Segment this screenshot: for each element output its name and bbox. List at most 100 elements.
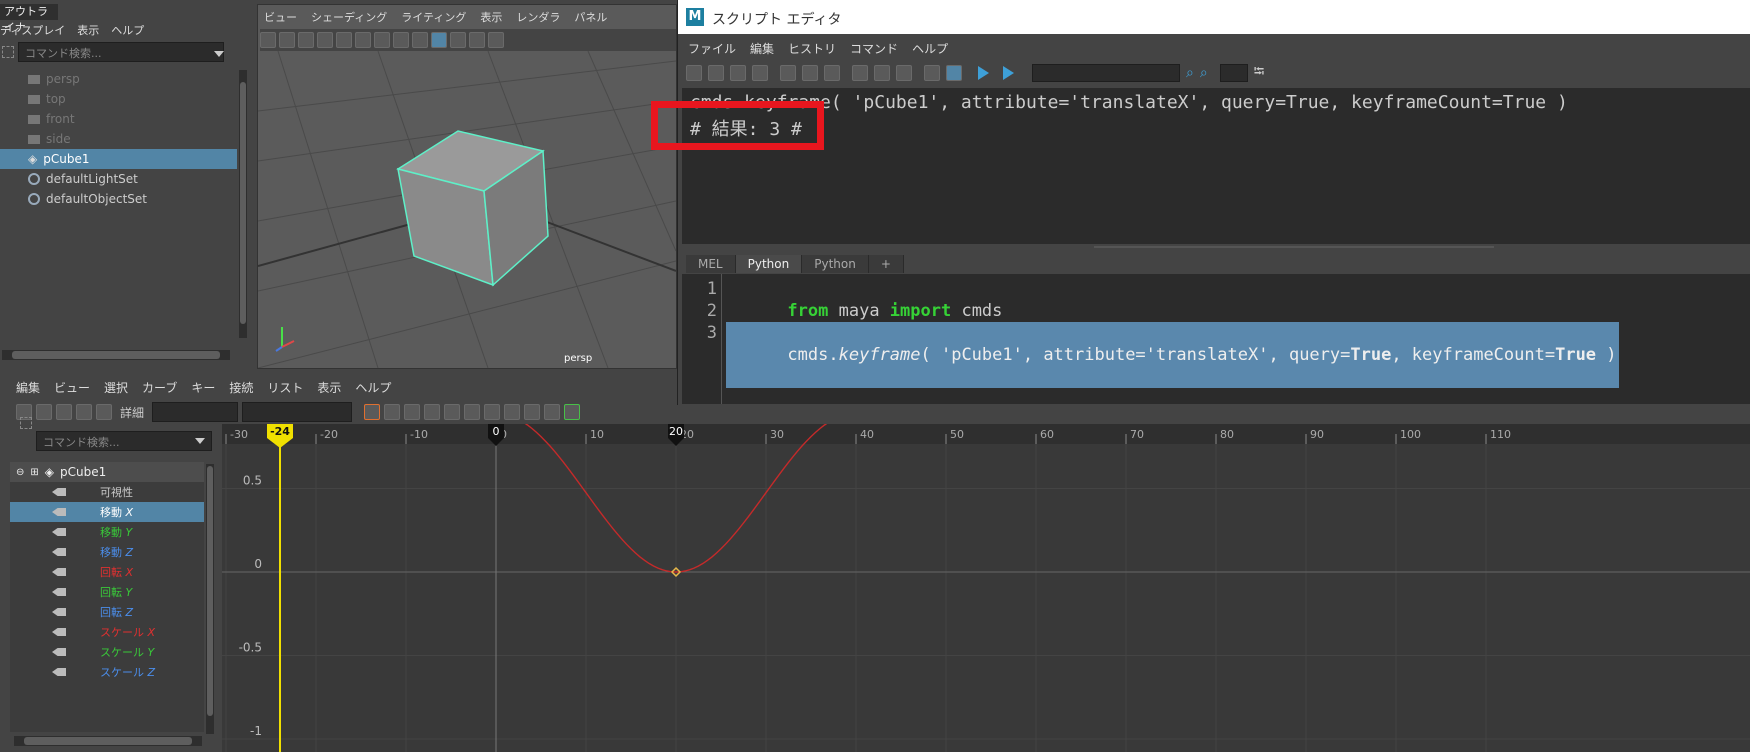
- ge-attr-translate-x[interactable]: 移動 X: [10, 502, 204, 522]
- search-down-icon[interactable]: ⌕: [1186, 65, 1194, 81]
- menu-help[interactable]: ヘルプ: [111, 22, 144, 38]
- se-menu-help[interactable]: ヘルプ: [912, 40, 948, 57]
- smooth-shade-icon[interactable]: [431, 32, 447, 48]
- viewport-menu-view[interactable]: ビュー: [264, 9, 297, 25]
- indent-icon[interactable]: ⭾: [1254, 61, 1265, 85]
- outliner-vscrollbar[interactable]: [239, 70, 247, 338]
- collapse-icon[interactable]: ⊖: [16, 467, 24, 478]
- script-history-output[interactable]: cmds.keyframe( 'pCube1', attribute='tran…: [682, 88, 1750, 244]
- viewport-menu-panels[interactable]: パネル: [574, 9, 607, 25]
- ge-menu-edit[interactable]: 編集: [16, 379, 40, 396]
- menu-display[interactable]: ディスプレイ: [0, 22, 65, 38]
- menu-show[interactable]: 表示: [77, 22, 99, 38]
- execute-all-icon[interactable]: [978, 66, 989, 80]
- textured-icon[interactable]: [450, 32, 466, 48]
- ge-search-dropdown-icon[interactable]: [195, 438, 205, 444]
- lights-icon[interactable]: [469, 32, 485, 48]
- ge-search-input[interactable]: コマンド検索...: [36, 431, 212, 451]
- viewport-menu-lighting[interactable]: ライティング: [401, 9, 466, 25]
- ge-attr-translate-y[interactable]: 移動 Y: [10, 522, 204, 542]
- camera-lock-icon[interactable]: [279, 32, 295, 48]
- outliner-item-persp[interactable]: persp: [0, 69, 238, 89]
- viewport-scene[interactable]: [258, 51, 676, 368]
- auto-tangent-icon[interactable]: [424, 404, 441, 420]
- insert-key-icon[interactable]: [36, 404, 52, 420]
- outliner-item-defaultobjectset[interactable]: defaultObjectSet: [0, 189, 238, 209]
- line-numbers-icon[interactable]: [946, 65, 962, 81]
- save-shelf-icon[interactable]: [752, 65, 768, 81]
- frame-selection-icon[interactable]: [384, 404, 401, 420]
- frame-playback-icon[interactable]: [404, 404, 421, 420]
- ge-menu-keys[interactable]: キー: [191, 379, 215, 396]
- source-script-icon[interactable]: [708, 65, 724, 81]
- film-gate-icon[interactable]: [355, 32, 371, 48]
- pane-splitter[interactable]: [1094, 246, 1494, 248]
- ge-menu-list[interactable]: リスト: [267, 379, 303, 396]
- outliner-search-dropdown-icon[interactable]: [214, 51, 224, 57]
- ge-list-vscrollbar[interactable]: [206, 464, 214, 734]
- ge-menu-show[interactable]: 表示: [317, 379, 341, 396]
- tab-python[interactable]: Python: [802, 255, 869, 273]
- se-font-size-field[interactable]: [1219, 64, 1248, 82]
- clear-input-icon[interactable]: [802, 65, 818, 81]
- script-input-editor[interactable]: 1 2 3 from maya import cmds cmds.keyfram…: [682, 274, 1750, 404]
- tab-mel[interactable]: MEL: [686, 255, 736, 273]
- spline-tangent-icon[interactable]: [444, 404, 461, 420]
- step-tangent-icon[interactable]: [524, 404, 541, 420]
- grid-icon[interactable]: [336, 32, 352, 48]
- frame-all-icon[interactable]: [364, 404, 381, 420]
- se-menu-command[interactable]: コマンド: [850, 40, 898, 57]
- lattice-icon[interactable]: [56, 404, 72, 420]
- echo-commands-icon[interactable]: [924, 65, 940, 81]
- se-search-field[interactable]: [1032, 64, 1180, 82]
- ge-attr-rotate-x[interactable]: 回転 X: [10, 562, 204, 582]
- safe-area-icon[interactable]: [393, 32, 409, 48]
- ge-attr-scale-z[interactable]: スケール Z: [10, 662, 204, 682]
- retime-icon[interactable]: [96, 404, 112, 420]
- save-script-icon[interactable]: [730, 65, 746, 81]
- outliner-item-side[interactable]: side: [0, 129, 238, 149]
- search-up-icon[interactable]: ⌕: [1200, 65, 1208, 81]
- ge-attr-translate-z[interactable]: 移動 Z: [10, 542, 204, 562]
- shadows-icon[interactable]: [488, 32, 504, 48]
- expand-icon[interactable]: ⊞: [30, 467, 38, 478]
- camera-select-icon[interactable]: [260, 32, 276, 48]
- show-both-icon[interactable]: [896, 65, 912, 81]
- se-menu-history[interactable]: ヒストリ: [788, 40, 836, 57]
- buffer-curve-icon[interactable]: [564, 404, 581, 420]
- outliner-title-tab[interactable]: アウトライナ: [0, 4, 58, 34]
- bookmark-icon[interactable]: [298, 32, 314, 48]
- se-menu-file[interactable]: ファイル: [688, 40, 736, 57]
- open-script-icon[interactable]: [686, 65, 702, 81]
- ge-menu-help[interactable]: ヘルプ: [355, 379, 391, 396]
- graph-editor-graph[interactable]: -30-20-1001020304050607080901001101.510.…: [222, 424, 1750, 752]
- execute-icon[interactable]: [1003, 66, 1014, 80]
- tab-python-active[interactable]: Python: [735, 255, 803, 273]
- ge-node-pcube1[interactable]: ⊖ ⊞ ◈ pCube1: [10, 462, 204, 482]
- ge-menu-connect[interactable]: 接続: [229, 379, 253, 396]
- ge-attr-scale-y[interactable]: スケール Y: [10, 642, 204, 662]
- ge-menu-select[interactable]: 選択: [104, 379, 128, 396]
- viewport-menu-show[interactable]: 表示: [480, 9, 502, 25]
- wireframe-icon[interactable]: [412, 32, 428, 48]
- viewport-menu-renderer[interactable]: レンダラ: [516, 9, 560, 25]
- outliner-item-pcube1[interactable]: ◈ pCube1: [0, 149, 237, 169]
- linear-tangent-icon[interactable]: [484, 404, 501, 420]
- ge-attr-rotate-y[interactable]: 回転 Y: [10, 582, 204, 602]
- resolution-gate-icon[interactable]: [374, 32, 390, 48]
- ge-list-hscrollbar[interactable]: [14, 736, 202, 746]
- ge-stats-field-2[interactable]: [242, 402, 353, 422]
- plateau-tangent-icon[interactable]: [544, 404, 561, 420]
- se-menu-edit[interactable]: 編集: [750, 40, 774, 57]
- outliner-item-top[interactable]: top: [0, 89, 238, 109]
- clear-history-icon[interactable]: [780, 65, 796, 81]
- outliner-hscrollbar[interactable]: [2, 350, 230, 360]
- region-icon[interactable]: [76, 404, 92, 420]
- clamped-tangent-icon[interactable]: [464, 404, 481, 420]
- flat-tangent-icon[interactable]: [504, 404, 521, 420]
- ge-menu-curves[interactable]: カーブ: [142, 379, 177, 396]
- image-plane-icon[interactable]: [317, 32, 333, 48]
- ge-attr-scale-x[interactable]: スケール X: [10, 622, 204, 642]
- tab-add-button[interactable]: +: [868, 255, 904, 273]
- ge-stats-field-1[interactable]: [152, 402, 239, 422]
